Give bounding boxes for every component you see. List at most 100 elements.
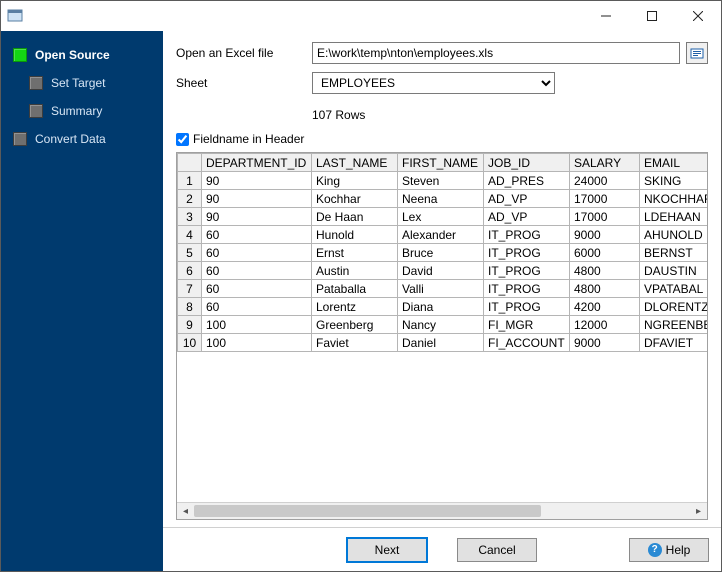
column-header[interactable]: FIRST_NAME (398, 154, 484, 172)
cell[interactable]: 24000 (570, 172, 640, 190)
cell[interactable]: 90 (202, 190, 312, 208)
table-row[interactable]: 10100FavietDanielFI_ACCOUNT9000DFAVIET (178, 334, 708, 352)
cell[interactable]: Valli (398, 280, 484, 298)
cell[interactable]: Hunold (312, 226, 398, 244)
cell[interactable]: NKOCHHAR (640, 190, 708, 208)
scroll-track[interactable] (194, 503, 690, 519)
cell[interactable]: Steven (398, 172, 484, 190)
cancel-button[interactable]: Cancel (457, 538, 537, 562)
scroll-thumb[interactable] (194, 505, 541, 517)
cell[interactable]: AHUNOLD (640, 226, 708, 244)
help-button[interactable]: ? Help (629, 538, 709, 562)
table-row[interactable]: 760PataballaValliIT_PROG4800VPATABAL (178, 280, 708, 298)
row-header[interactable]: 5 (178, 244, 202, 262)
cell[interactable]: 9000 (570, 226, 640, 244)
cell[interactable]: King (312, 172, 398, 190)
table-row[interactable]: 290KochharNeenaAD_VP17000NKOCHHAR (178, 190, 708, 208)
wizard-step[interactable]: Summary (1, 97, 163, 125)
cell[interactable]: 6000 (570, 244, 640, 262)
cell[interactable]: 60 (202, 226, 312, 244)
cell[interactable]: Bruce (398, 244, 484, 262)
cell[interactable]: Lex (398, 208, 484, 226)
cell[interactable]: 17000 (570, 208, 640, 226)
cell[interactable]: 60 (202, 262, 312, 280)
cell[interactable]: LDEHAAN (640, 208, 708, 226)
cell[interactable]: 4200 (570, 298, 640, 316)
cell[interactable]: Kochhar (312, 190, 398, 208)
wizard-step[interactable]: Convert Data (1, 125, 163, 153)
cell[interactable]: NGREENBE (640, 316, 708, 334)
cell[interactable]: Alexander (398, 226, 484, 244)
scroll-right-arrow-icon[interactable]: ▸ (690, 503, 707, 519)
cell[interactable]: 90 (202, 172, 312, 190)
cell[interactable]: 60 (202, 280, 312, 298)
sheet-select[interactable]: EMPLOYEES (312, 72, 555, 94)
row-header[interactable]: 9 (178, 316, 202, 334)
row-header[interactable]: 3 (178, 208, 202, 226)
row-header[interactable]: 10 (178, 334, 202, 352)
cell[interactable]: 100 (202, 316, 312, 334)
row-header[interactable]: 1 (178, 172, 202, 190)
column-header[interactable]: DEPARTMENT_ID (202, 154, 312, 172)
cell[interactable]: IT_PROG (484, 280, 570, 298)
cell[interactable]: 60 (202, 244, 312, 262)
cell[interactable]: Nancy (398, 316, 484, 334)
cell[interactable]: AD_VP (484, 208, 570, 226)
browse-file-button[interactable] (686, 42, 708, 64)
cell[interactable]: DFAVIET (640, 334, 708, 352)
cell[interactable]: 17000 (570, 190, 640, 208)
cell[interactable]: BERNST (640, 244, 708, 262)
cell[interactable]: 100 (202, 334, 312, 352)
cell[interactable]: 9000 (570, 334, 640, 352)
cell[interactable]: FI_ACCOUNT (484, 334, 570, 352)
cell[interactable]: Faviet (312, 334, 398, 352)
fieldname-in-header-label[interactable]: Fieldname in Header (193, 132, 304, 146)
cell[interactable]: AD_VP (484, 190, 570, 208)
table-row[interactable]: 190KingStevenAD_PRES24000SKING (178, 172, 708, 190)
next-button[interactable]: Next (347, 538, 427, 562)
column-header[interactable]: SALARY (570, 154, 640, 172)
column-header[interactable]: LAST_NAME (312, 154, 398, 172)
cell[interactable]: 60 (202, 298, 312, 316)
cell[interactable]: David (398, 262, 484, 280)
minimize-button[interactable] (583, 1, 629, 31)
horizontal-scrollbar[interactable]: ◂ ▸ (177, 502, 707, 519)
table-row[interactable]: 460HunoldAlexanderIT_PROG9000AHUNOLD (178, 226, 708, 244)
wizard-step[interactable]: Set Target (1, 69, 163, 97)
column-header[interactable]: JOB_ID (484, 154, 570, 172)
row-header[interactable]: 7 (178, 280, 202, 298)
wizard-step[interactable]: Open Source (1, 41, 163, 69)
cell[interactable]: Greenberg (312, 316, 398, 334)
row-header[interactable]: 2 (178, 190, 202, 208)
cell[interactable]: IT_PROG (484, 298, 570, 316)
table-row[interactable]: 560ErnstBruceIT_PROG6000BERNST (178, 244, 708, 262)
cell[interactable]: IT_PROG (484, 262, 570, 280)
row-header[interactable]: 4 (178, 226, 202, 244)
cell[interactable]: IT_PROG (484, 244, 570, 262)
column-header[interactable]: EMAIL (640, 154, 708, 172)
cell[interactable]: Pataballa (312, 280, 398, 298)
close-button[interactable] (675, 1, 721, 31)
cell[interactable]: Austin (312, 262, 398, 280)
cell[interactable]: DAUSTIN (640, 262, 708, 280)
cell[interactable]: Ernst (312, 244, 398, 262)
scroll-left-arrow-icon[interactable]: ◂ (177, 503, 194, 519)
cell[interactable]: 90 (202, 208, 312, 226)
table-row[interactable]: 860LorentzDianaIT_PROG4200DLORENTZ (178, 298, 708, 316)
cell[interactable]: VPATABAL (640, 280, 708, 298)
cell[interactable]: IT_PROG (484, 226, 570, 244)
cell[interactable]: AD_PRES (484, 172, 570, 190)
file-path-input[interactable] (312, 42, 680, 64)
cell[interactable]: 12000 (570, 316, 640, 334)
cell[interactable]: SKING (640, 172, 708, 190)
cell[interactable]: FI_MGR (484, 316, 570, 334)
table-row[interactable]: 9100GreenbergNancyFI_MGR12000NGREENBE (178, 316, 708, 334)
row-header[interactable]: 8 (178, 298, 202, 316)
cell[interactable]: Neena (398, 190, 484, 208)
table-row[interactable]: 660AustinDavidIT_PROG4800DAUSTIN (178, 262, 708, 280)
cell[interactable]: Lorentz (312, 298, 398, 316)
cell[interactable]: Daniel (398, 334, 484, 352)
cell[interactable]: De Haan (312, 208, 398, 226)
row-header[interactable]: 6 (178, 262, 202, 280)
maximize-button[interactable] (629, 1, 675, 31)
